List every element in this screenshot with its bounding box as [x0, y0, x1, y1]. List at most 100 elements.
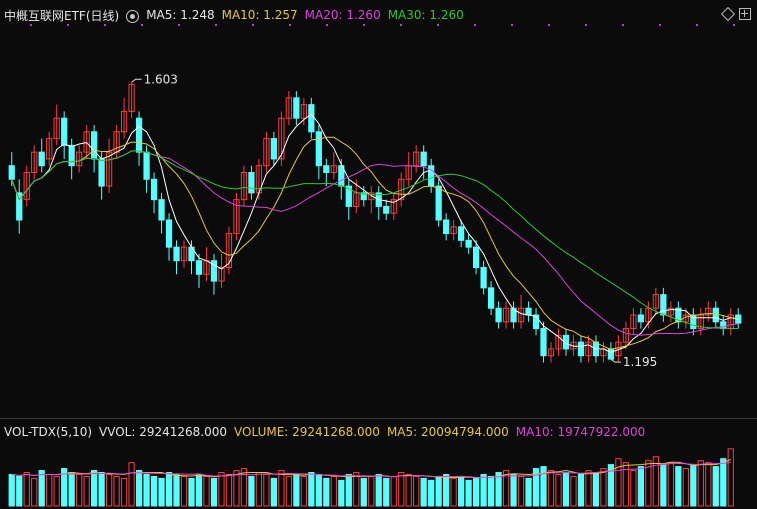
volume-bar	[562, 472, 570, 507]
volume-bar	[203, 475, 210, 507]
volume-bar	[517, 475, 525, 507]
period-marker	[141, 24, 143, 26]
volume-bar	[225, 473, 233, 507]
volume-bar	[435, 475, 442, 507]
volume-bar	[458, 475, 465, 507]
period-marker	[30, 24, 32, 26]
candle-body	[577, 341, 585, 357]
period-marker	[622, 24, 624, 26]
volume-bar	[577, 473, 585, 507]
volume-bar	[420, 477, 427, 507]
candle-body	[195, 260, 203, 275]
candle-body	[68, 144, 75, 167]
volume-bar	[525, 477, 532, 507]
candle-body	[38, 151, 45, 167]
volume-bar	[158, 477, 165, 507]
volume-bar	[31, 477, 38, 507]
volume-bar	[697, 460, 704, 507]
period-marker	[67, 24, 69, 26]
period-marker	[400, 24, 402, 26]
candle-body	[248, 172, 255, 194]
volume-bar	[727, 448, 734, 507]
volume-bar	[120, 477, 128, 507]
candle-body	[540, 328, 547, 357]
volume-bar	[510, 473, 517, 507]
volume-bar	[592, 472, 600, 507]
period-marker	[733, 24, 735, 26]
high-price-label: 1.603	[144, 72, 178, 86]
volume-bar	[143, 473, 150, 507]
volume-bar	[195, 473, 203, 507]
volume-bar	[323, 477, 330, 507]
volume-bar	[330, 475, 337, 507]
candle-body	[61, 117, 68, 146]
volume-bar	[53, 475, 60, 507]
period-marker	[178, 24, 180, 26]
volume-bar	[615, 458, 622, 507]
candle-body	[98, 158, 105, 187]
volume-bar	[360, 477, 367, 507]
panel-divider	[0, 418, 757, 419]
candle-body	[308, 104, 315, 133]
volume-bar	[293, 473, 300, 507]
volume-bar	[315, 473, 322, 507]
volume-bar	[135, 470, 143, 507]
volume-bar	[472, 477, 480, 507]
candle-body	[690, 314, 697, 330]
volume-bar	[91, 470, 98, 507]
volume-bar	[705, 462, 712, 507]
volume-bar	[585, 470, 592, 507]
period-marker	[289, 24, 291, 26]
volume-bar	[308, 472, 315, 507]
volume-bar	[428, 479, 435, 507]
period-marker	[252, 24, 254, 26]
low-price-label: 1.195	[623, 355, 657, 369]
period-marker	[659, 24, 661, 26]
volume-bar	[23, 472, 30, 507]
volume-bar	[637, 466, 645, 507]
candle-body	[472, 246, 480, 268]
candle-body	[323, 165, 330, 173]
volume-bar	[38, 470, 45, 507]
volume-bar	[720, 458, 727, 507]
period-marker	[511, 24, 513, 26]
candle-body	[607, 348, 615, 360]
volume-bar	[210, 477, 218, 507]
ma20-line	[11, 150, 739, 336]
volume-bar	[667, 462, 674, 507]
volume-bar	[345, 473, 352, 507]
volume-bar	[218, 472, 225, 507]
volume-bar	[390, 475, 397, 507]
volume-bar	[682, 468, 689, 507]
volume-bar	[712, 466, 719, 507]
candle-body	[315, 131, 322, 167]
period-marker	[548, 24, 550, 26]
volume-bar	[173, 473, 180, 507]
volume-bar	[398, 472, 405, 507]
volume-ma10-label: MA10: 19747922.000	[515, 425, 646, 439]
candle-body	[270, 138, 278, 160]
volume-bar	[405, 473, 412, 507]
volume-bar	[16, 475, 23, 507]
period-marker	[326, 24, 328, 26]
volume-indicator-title[interactable]: VOL-TDX(5,10)	[4, 425, 92, 439]
volume-bar	[690, 464, 697, 507]
stock-chart-window: 中概互联网ETF(日线) MA5: 1.248 MA10: 1.257 MA20…	[0, 0, 757, 509]
candle-body	[458, 226, 465, 241]
volume-bar	[98, 472, 105, 507]
volume-bar	[255, 472, 263, 507]
volume-bar	[652, 456, 659, 507]
volume-bar	[180, 475, 188, 507]
volume-label: VOLUME: 29241268.000	[234, 425, 380, 439]
volume-bar	[338, 479, 345, 507]
volume-bar	[8, 473, 15, 507]
vvol-label: VVOL: 29241268.000	[99, 425, 228, 439]
volume-bar	[465, 479, 472, 507]
candle-body	[480, 267, 487, 289]
period-marker	[585, 24, 587, 26]
volume-bar	[233, 470, 240, 507]
candle-body	[383, 205, 390, 214]
period-marker	[474, 24, 476, 26]
volume-bar	[46, 473, 53, 507]
volume-bar	[300, 475, 307, 507]
